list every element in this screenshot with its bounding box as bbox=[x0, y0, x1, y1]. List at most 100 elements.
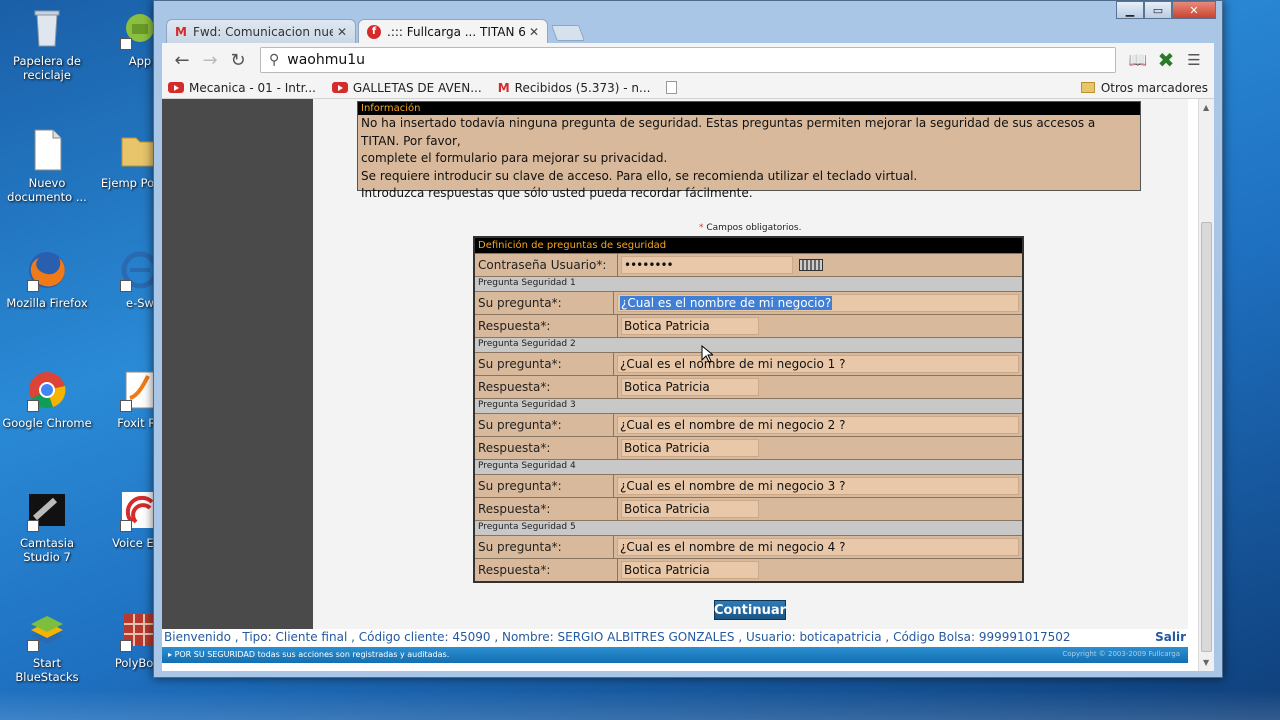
answer-input-5[interactable]: Botica Patricia bbox=[621, 561, 759, 579]
question-label: Su pregunta*: bbox=[475, 475, 614, 497]
tab-fullcarga[interactable]: f .::: Fullcarga ... TITAN 6 :::. ✕ bbox=[358, 19, 548, 43]
answer-input-4[interactable]: Botica Patricia bbox=[621, 500, 759, 518]
mouse-cursor-icon bbox=[701, 345, 713, 363]
desktop-icon-chrome[interactable]: Google Chrome bbox=[2, 368, 92, 430]
reader-icon[interactable]: 📖 bbox=[1124, 46, 1152, 74]
desktop-icon-label: Mozilla Firefox bbox=[6, 296, 88, 310]
answer-row-2: Respuesta*: Botica Patricia bbox=[475, 375, 1022, 398]
question-row-3: Su pregunta*: ¿Cual es el nombre de mi n… bbox=[475, 413, 1022, 436]
maximize-icon: ▭ bbox=[1152, 3, 1164, 17]
info-body: No ha insertado todavía ninguna pregunta… bbox=[358, 115, 1140, 203]
question-input-3[interactable]: ¿Cual es el nombre de mi negocio 2 ? bbox=[617, 416, 1019, 434]
desktop-icon-new-document[interactable]: Nuevo documento ... bbox=[2, 128, 92, 204]
left-sidebar bbox=[162, 99, 313, 629]
close-icon: ✕ bbox=[1189, 3, 1199, 17]
answer-label: Respuesta*: bbox=[475, 315, 618, 337]
info-line: Se requiere introducir su clave de acces… bbox=[361, 168, 918, 183]
address-text: waohmu1u bbox=[287, 52, 366, 68]
bookmark-galletas[interactable]: GALLETAS DE AVEN... bbox=[331, 81, 482, 95]
other-bookmarks[interactable]: Otros marcadores bbox=[1080, 81, 1208, 95]
gmail-icon: M bbox=[175, 24, 187, 39]
password-label: Contraseña Usuario*: bbox=[475, 254, 618, 276]
answer-label: Respuesta*: bbox=[475, 437, 618, 459]
page-scrollbar[interactable]: ▲ ▼ bbox=[1198, 99, 1214, 671]
forward-arrow-icon: → bbox=[202, 49, 218, 71]
virtual-keyboard-icon[interactable] bbox=[799, 259, 823, 271]
password-input[interactable]: •••••••• bbox=[621, 256, 793, 274]
tab-title: .::: Fullcarga ... TITAN 6 :::. bbox=[387, 24, 525, 39]
bookmark-recibidos[interactable]: M Recibidos (5.373) - n... bbox=[498, 81, 651, 95]
required-star: * bbox=[699, 223, 704, 233]
question-input-4[interactable]: ¿Cual es el nombre de mi negocio 3 ? bbox=[617, 477, 1019, 495]
answer-input-1[interactable]: Botica Patricia bbox=[621, 317, 759, 335]
form-header: Definición de preguntas de seguridad bbox=[475, 238, 1022, 253]
extension-x-icon[interactable]: ✖ bbox=[1152, 46, 1180, 74]
scrollbar-thumb[interactable] bbox=[1201, 222, 1212, 652]
bookmark-blank[interactable] bbox=[666, 81, 678, 94]
menu-icon[interactable]: ☰ bbox=[1180, 46, 1208, 74]
question-input-1[interactable]: ¿Cual es el nombre de mi negocio? bbox=[617, 294, 1019, 312]
tab-title: Fwd: Comunicacion nuev bbox=[192, 24, 333, 39]
browser-toolbar: ← → ↻ ⚲ waohmu1u 📖 ✖ ☰ bbox=[162, 43, 1214, 77]
answer-row-5: Respuesta*: Botica Patricia bbox=[475, 558, 1022, 581]
blank-page-icon bbox=[666, 81, 678, 94]
password-row: Contraseña Usuario*: •••••••• bbox=[475, 253, 1022, 276]
minimize-icon: ▁ bbox=[1125, 3, 1135, 17]
desktop-icon-camtasia[interactable]: Camtasia Studio 7 bbox=[2, 488, 92, 564]
desktop-icon-recycle-bin[interactable]: Papelera de reciclaje bbox=[2, 6, 92, 82]
desktop-icon-label: Papelera de reciclaje bbox=[13, 54, 81, 82]
desktop-icon-label: Google Chrome bbox=[2, 416, 92, 430]
info-box: Información No ha insertado todavía ning… bbox=[357, 101, 1141, 200]
reload-button[interactable]: ↻ bbox=[224, 46, 252, 74]
info-line: No ha insertado todavía ninguna pregunta… bbox=[361, 116, 1096, 148]
desktop-icon-bluestacks[interactable]: Start BlueStacks bbox=[2, 608, 92, 684]
new-tab-button[interactable] bbox=[551, 25, 585, 41]
main-content: Información No ha insertado todavía ning… bbox=[313, 99, 1188, 629]
security-footer: ▸ POR SU SEGURIDAD todas sus acciones so… bbox=[162, 647, 1188, 663]
minimize-button[interactable]: ▁ bbox=[1116, 1, 1144, 19]
user-status-bar: Bienvenido , Tipo: Cliente final , Códig… bbox=[162, 629, 1188, 647]
answer-row-4: Respuesta*: Botica Patricia bbox=[475, 497, 1022, 520]
close-window-button[interactable]: ✕ bbox=[1172, 1, 1216, 19]
bookmark-mecanica[interactable]: Mecanica - 01 - Intr... bbox=[168, 81, 316, 95]
required-fields-note: * Campos obligatorios. bbox=[699, 223, 801, 233]
bookmarks-bar: Mecanica - 01 - Intr... GALLETAS DE AVEN… bbox=[162, 77, 1214, 99]
chrome-icon bbox=[25, 368, 69, 412]
document-icon bbox=[25, 128, 69, 172]
answer-input-2[interactable]: Botica Patricia bbox=[621, 378, 759, 396]
question-label: Su pregunta*: bbox=[475, 292, 614, 314]
address-bar[interactable]: ⚲ waohmu1u bbox=[260, 47, 1116, 73]
continue-button[interactable]: Continuar bbox=[714, 600, 786, 620]
info-line: Introduzca respuestas que sólo usted pue… bbox=[361, 186, 753, 200]
question-input-5[interactable]: ¿Cual es el nombre de mi negocio 4 ? bbox=[617, 538, 1019, 556]
tab-close-icon[interactable]: ✕ bbox=[529, 25, 539, 39]
answer-label: Respuesta*: bbox=[475, 376, 618, 398]
section-header-2: Pregunta Seguridad 2 bbox=[475, 337, 1022, 352]
maximize-button[interactable]: ▭ bbox=[1144, 1, 1172, 19]
reload-icon: ↻ bbox=[230, 49, 246, 71]
tab-close-icon[interactable]: ✕ bbox=[337, 25, 347, 39]
section-header-1: Pregunta Seguridad 1 bbox=[475, 276, 1022, 291]
copyright: Copyright © 2003-2009 Fullcarga bbox=[1062, 650, 1180, 658]
firefox-icon bbox=[25, 248, 69, 292]
scroll-up-icon[interactable]: ▲ bbox=[1203, 103, 1209, 112]
answer-input-3[interactable]: Botica Patricia bbox=[621, 439, 759, 457]
question-row-4: Su pregunta*: ¿Cual es el nombre de mi n… bbox=[475, 474, 1022, 497]
window-controls: ▁ ▭ ✕ bbox=[1116, 1, 1216, 19]
section-header-3: Pregunta Seguridad 3 bbox=[475, 398, 1022, 413]
question-input-2[interactable]: ¿Cual es el nombre de mi negocio 1 ? bbox=[617, 355, 1019, 373]
taskbar-glow bbox=[0, 690, 1280, 720]
audit-notice-icon: ▸ bbox=[168, 650, 173, 659]
forward-button[interactable]: → bbox=[196, 46, 224, 74]
youtube-icon bbox=[168, 82, 184, 93]
back-button[interactable]: ← bbox=[168, 46, 196, 74]
scroll-down-icon[interactable]: ▼ bbox=[1203, 658, 1209, 667]
gmail-icon: M bbox=[497, 80, 510, 95]
tab-gmail[interactable]: M Fwd: Comunicacion nuev ✕ bbox=[166, 19, 356, 43]
desktop-icon-label: Nuevo documento ... bbox=[7, 176, 87, 204]
logout-link[interactable]: Salir bbox=[1155, 630, 1186, 644]
question-row-2: Su pregunta*: ¿Cual es el nombre de mi n… bbox=[475, 352, 1022, 375]
question-row-5: Su pregunta*: ¿Cual es el nombre de mi n… bbox=[475, 535, 1022, 558]
desktop-icon-firefox[interactable]: Mozilla Firefox bbox=[2, 248, 92, 310]
question-label: Su pregunta*: bbox=[475, 414, 614, 436]
